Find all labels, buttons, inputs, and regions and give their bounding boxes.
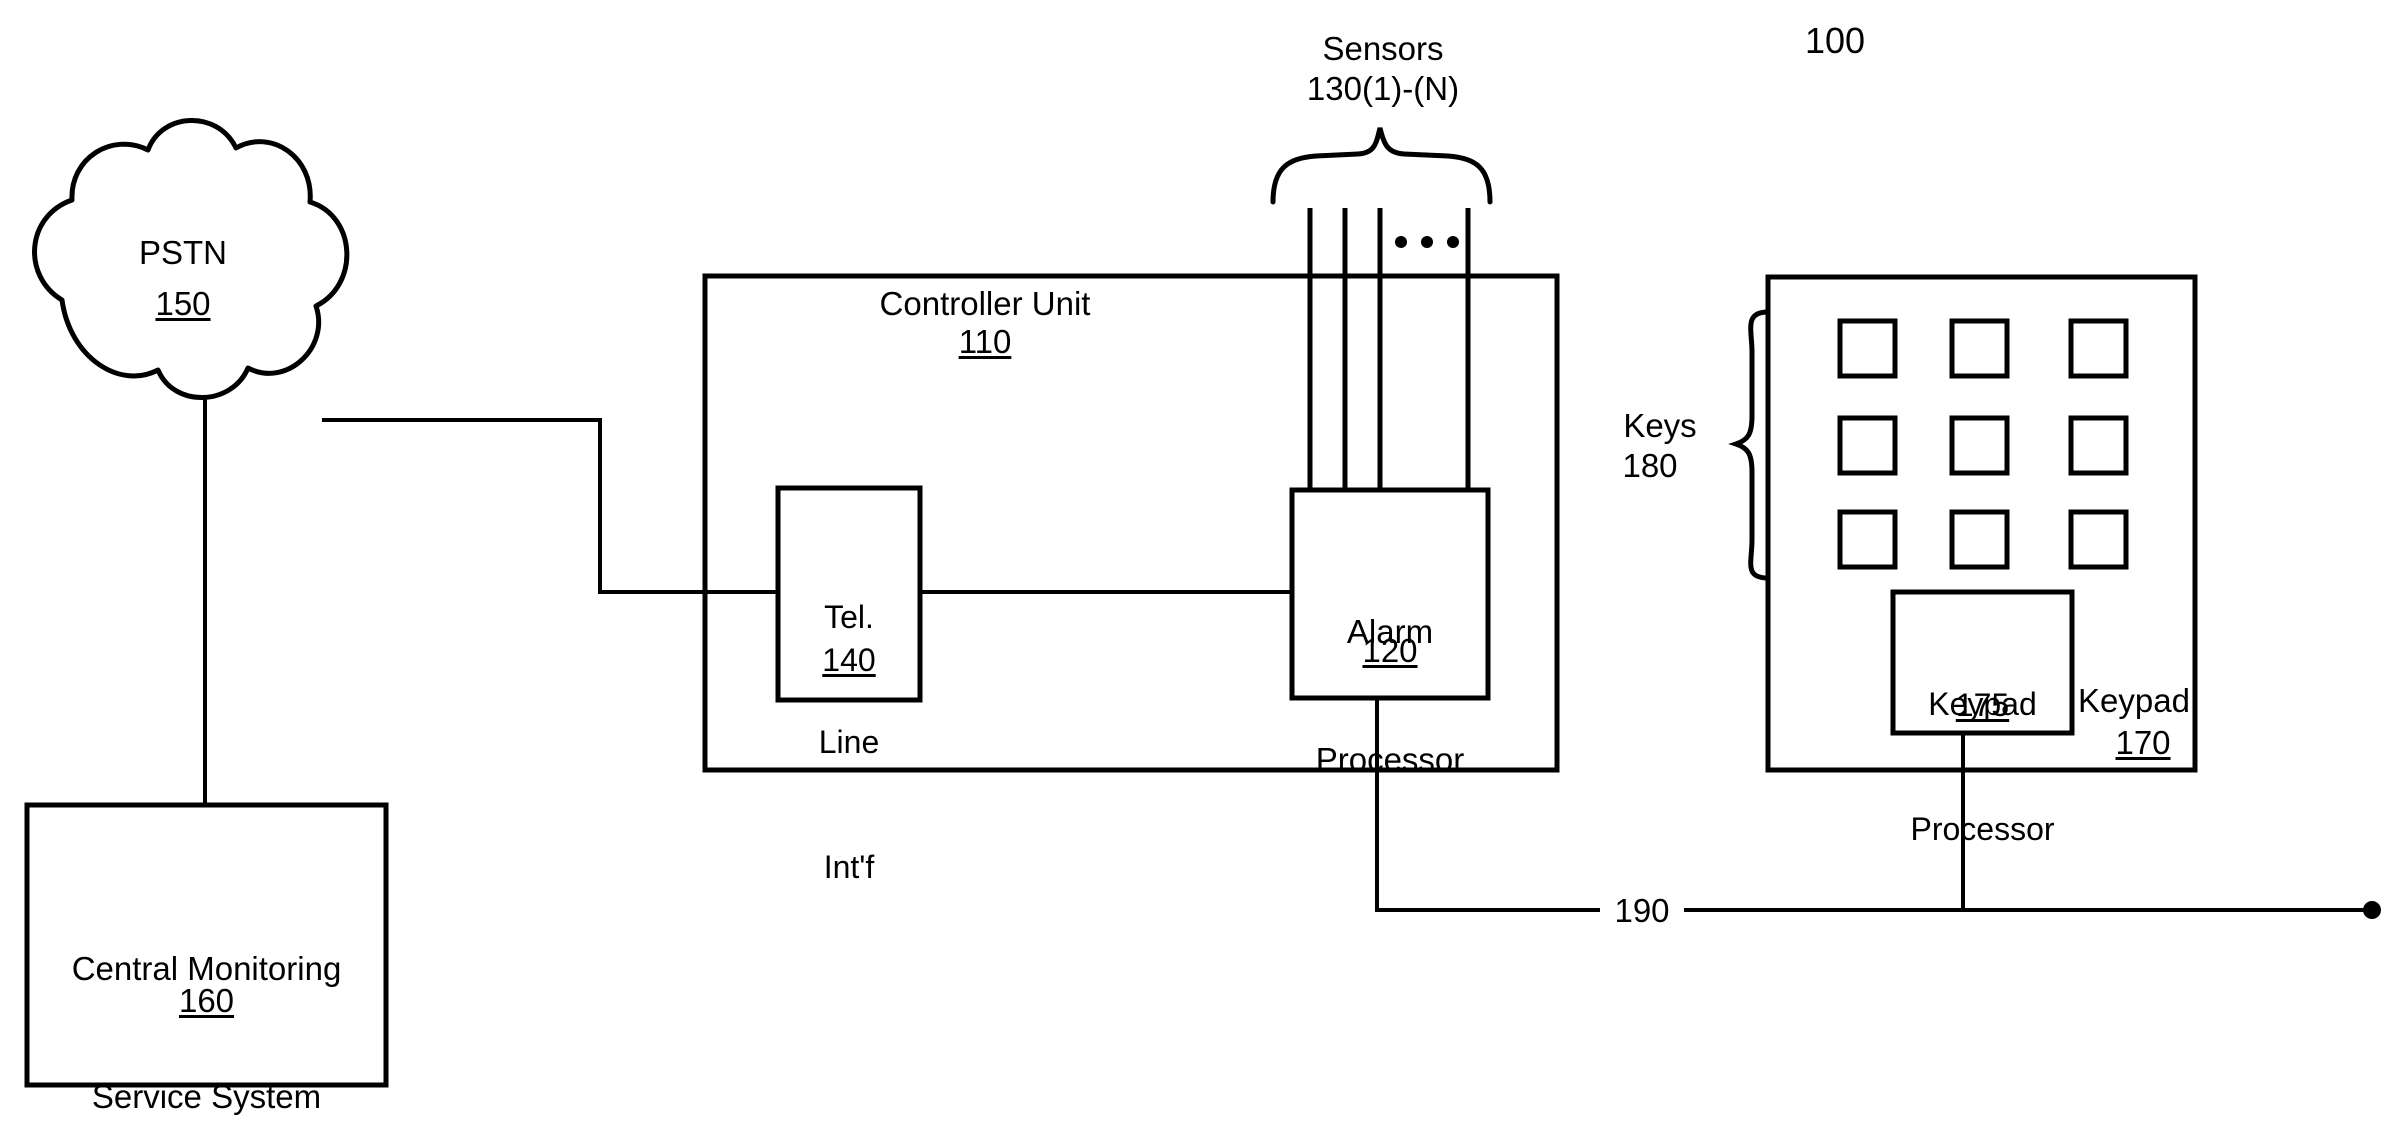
sensor-lines-group: [1307, 208, 1471, 490]
keys-brace: [1728, 309, 1771, 581]
tel-line-interface-title: Tel. Line Int'f: [778, 514, 920, 972]
tel-line-interface-line3: Int'f: [823, 848, 875, 885]
alarm-processor-title: Alarm Processor: [1278, 525, 1502, 868]
keys-ref: 180: [1622, 447, 1678, 484]
key-square: [1837, 509, 1898, 570]
alarm-processor-ref: 120: [1362, 632, 1418, 669]
alarm-processor-line2: Processor: [1315, 741, 1465, 779]
tel-line-interface-line1: Tel.: [824, 599, 874, 636]
pstn-label: PSTN: [138, 234, 227, 271]
patent-figure-canvas: 100 PSTN 150 Central Monitoring Central …: [0, 0, 2389, 1132]
controller-unit-title: Controller Unit: [879, 285, 1091, 322]
key-square: [2068, 415, 2129, 476]
pstn-ref: 150: [155, 285, 211, 322]
sensors-ref: 130(1)-(N): [1306, 70, 1460, 107]
key-square: [2068, 509, 2129, 570]
central-monitoring-line2: Service System: [91, 1078, 322, 1116]
keypad-ref: 170: [2115, 724, 2171, 761]
key-square: [1837, 318, 1898, 379]
keypad-title: Keypad: [2078, 682, 2190, 719]
keypad-processor-title: Keypad Processor: [1893, 601, 2072, 934]
tel-line-interface-ref: 140: [822, 642, 876, 678]
sensors-ellipsis-dots: [1395, 236, 1459, 248]
pstn-to-controller-link: [322, 418, 778, 594]
key-square: [2068, 318, 2129, 379]
sensors-brace: [1270, 127, 1493, 205]
central-monitoring-ref: 160: [178, 982, 235, 1019]
keys-title: Keys: [1623, 407, 1697, 444]
controller-unit-ref: 110: [958, 323, 1012, 360]
key-square: [1949, 509, 2010, 570]
bus-terminal-dot: [2363, 901, 2381, 919]
keypad-processor-line2: Processor: [1910, 810, 2055, 847]
tel-line-interface-line2: Line: [818, 723, 880, 760]
key-square: [1949, 318, 2010, 379]
key-square: [1949, 415, 2010, 476]
keypad-keys-group: [1837, 318, 2129, 570]
key-square: [1837, 415, 1898, 476]
sensors-title: Sensors: [1322, 30, 1444, 67]
bus-ref: 190: [1600, 890, 1684, 933]
figure-number: 100: [1804, 20, 1866, 61]
keypad-processor-ref: 175: [1955, 687, 2010, 723]
